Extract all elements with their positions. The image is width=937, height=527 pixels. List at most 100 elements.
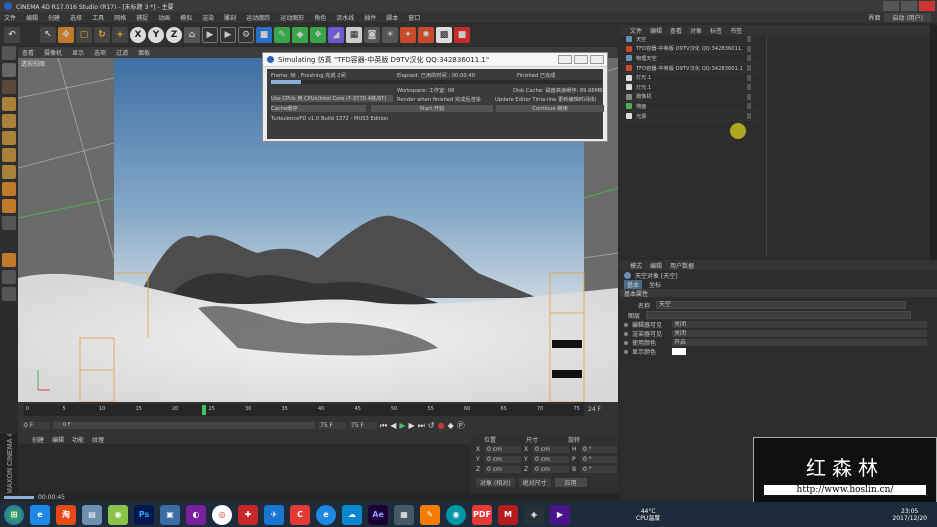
menu-item-9[interactable]: 渲染 bbox=[202, 13, 214, 22]
cpu-select[interactable]: Use CPUs 用 CPUs(Intel Core i7-3770 4核/8T… bbox=[271, 95, 393, 102]
object-menu-item-3[interactable]: 对象 bbox=[690, 26, 702, 35]
folder-icon[interactable]: ▦ bbox=[394, 504, 414, 525]
attr-row-select[interactable]: 关闭 bbox=[672, 330, 927, 337]
tweak-icon[interactable] bbox=[2, 182, 16, 196]
c4d-taskbar-icon[interactable]: ◈ bbox=[524, 504, 544, 525]
z-axis-icon[interactable]: Z bbox=[166, 27, 182, 43]
pen-icon[interactable]: ✎ bbox=[274, 27, 290, 43]
enable-check[interactable] bbox=[755, 46, 760, 52]
menu-item-5[interactable]: 网格 bbox=[114, 13, 126, 22]
menu-item-7[interactable]: 动画 bbox=[158, 13, 170, 22]
coord-field[interactable]: 0 ° bbox=[581, 465, 617, 473]
play-icon[interactable]: ▶ bbox=[399, 421, 405, 430]
viewport-menu-item-2[interactable]: 显示 bbox=[72, 48, 84, 57]
coord-field[interactable]: 0 cm bbox=[485, 455, 521, 463]
tfd-container-icon[interactable]: ■ bbox=[454, 27, 470, 43]
maximize-button[interactable] bbox=[901, 1, 917, 11]
enable-check[interactable] bbox=[755, 84, 760, 90]
rotate-icon[interactable]: ↻ bbox=[94, 27, 110, 43]
menu-item-12[interactable]: 运动图形 bbox=[280, 13, 304, 22]
menu-item-6[interactable]: 捕捉 bbox=[136, 13, 148, 22]
axis-mode-icon[interactable] bbox=[2, 165, 16, 179]
deformer-icon[interactable]: ◢ bbox=[328, 27, 344, 43]
close-button[interactable] bbox=[919, 1, 935, 11]
end-frame-field-2[interactable]: 75 F bbox=[349, 422, 377, 429]
material-menu-item-3[interactable]: 纹理 bbox=[92, 435, 104, 444]
cloud-icon[interactable]: ☁ bbox=[342, 504, 362, 525]
visibility-dots[interactable] bbox=[747, 103, 752, 110]
size-mode-select[interactable]: 绝对尺寸 bbox=[518, 478, 551, 487]
visibility-dots[interactable] bbox=[747, 45, 752, 52]
start-frame-field[interactable]: 0 F bbox=[22, 422, 50, 429]
edges-mode-icon[interactable] bbox=[2, 131, 16, 145]
array-icon[interactable]: ❖ bbox=[310, 27, 326, 43]
attr-menu-item-1[interactable]: 编辑 bbox=[650, 261, 662, 270]
video-icon[interactable]: ▶ bbox=[550, 504, 570, 525]
scale-icon[interactable]: ▢ bbox=[76, 27, 92, 43]
workplane-icon[interactable] bbox=[2, 97, 16, 111]
cube-icon[interactable]: ■ bbox=[256, 27, 272, 43]
menu-item-2[interactable]: 创建 bbox=[48, 13, 60, 22]
enable-check[interactable] bbox=[755, 94, 760, 100]
render-view-icon[interactable]: ▶ bbox=[202, 27, 218, 43]
visibility-dots[interactable] bbox=[747, 65, 752, 72]
timeline-ruler[interactable]: 0 5 10 15 20 25 30 35 40 45 50 55 60 65 70 75 bbox=[24, 404, 584, 416]
keyframe-icon[interactable]: ◆ bbox=[448, 421, 454, 430]
model-mode-icon[interactable] bbox=[2, 63, 16, 77]
object-mode-select[interactable]: 对象 (相对) bbox=[476, 478, 515, 487]
move-icon[interactable]: ✥ bbox=[58, 27, 74, 43]
loop-icon[interactable]: ↺ bbox=[428, 421, 435, 430]
transform-icon[interactable]: + bbox=[112, 27, 128, 43]
light-icon[interactable]: ☀ bbox=[382, 27, 398, 43]
material-menu-item-1[interactable]: 编辑 bbox=[52, 435, 64, 444]
pdf-icon[interactable]: PDF bbox=[472, 504, 492, 525]
object-row[interactable]: 天空 bbox=[620, 35, 760, 45]
ie-icon[interactable]: e bbox=[30, 504, 50, 525]
polygons-mode-icon[interactable] bbox=[2, 148, 16, 162]
lock-icon[interactable] bbox=[2, 216, 16, 230]
notepad-icon[interactable]: ✎ bbox=[420, 504, 440, 525]
goto-start-icon[interactable]: ⏮ bbox=[380, 421, 387, 431]
object-row[interactable]: 灯光.1 bbox=[620, 73, 760, 83]
continue-button[interactable]: Continue 继续 bbox=[496, 105, 604, 112]
dialog-maximize-button[interactable] bbox=[574, 55, 588, 64]
coord-field[interactable]: 0 ° bbox=[581, 455, 617, 463]
layout-dropdown[interactable]: 启动 (用户) bbox=[884, 13, 931, 22]
enable-check[interactable] bbox=[755, 36, 760, 42]
attr-row-select[interactable]: 关闭 bbox=[672, 321, 927, 328]
coord-field[interactable]: 0 cm bbox=[485, 445, 521, 453]
layers-icon[interactable] bbox=[2, 287, 16, 301]
app-red-icon[interactable]: ✚ bbox=[238, 504, 258, 525]
menu-item-0[interactable]: 文件 bbox=[4, 13, 16, 22]
menu-item-11[interactable]: 运动跟踪 bbox=[246, 13, 270, 22]
menu-item-15[interactable]: 插件 bbox=[364, 13, 376, 22]
menu-item-14[interactable]: 流水线 bbox=[336, 13, 354, 22]
object-menu-item-0[interactable]: 文件 bbox=[630, 26, 642, 35]
enable-check[interactable] bbox=[755, 75, 760, 81]
color-swatch[interactable] bbox=[672, 348, 686, 355]
material-menu-item-0[interactable]: 创建 bbox=[32, 435, 44, 444]
start-button[interactable]: Start 开始 bbox=[371, 105, 493, 112]
make-editable-icon[interactable] bbox=[2, 46, 16, 60]
coord-field[interactable]: 0 cm bbox=[533, 445, 569, 453]
attr-subtab-1[interactable]: 坐标 bbox=[646, 280, 664, 289]
attr-menu-item-0[interactable]: 模式 bbox=[630, 261, 642, 270]
bird-icon[interactable]: ✈ bbox=[264, 504, 284, 525]
menu-item-13[interactable]: 角色 bbox=[314, 13, 326, 22]
dialog-close-button[interactable] bbox=[590, 55, 604, 64]
menu-item-17[interactable]: 窗口 bbox=[408, 13, 420, 22]
menu-item-4[interactable]: 工具 bbox=[92, 13, 104, 22]
browser-e-icon[interactable]: e bbox=[316, 504, 336, 525]
object-menu-item-1[interactable]: 编辑 bbox=[650, 26, 662, 35]
current-frame-field[interactable]: 0 F bbox=[53, 422, 315, 429]
taobao-icon[interactable]: 淘 bbox=[56, 504, 76, 525]
snap-icon[interactable] bbox=[2, 199, 16, 213]
visibility-dots[interactable] bbox=[747, 55, 752, 62]
menu-item-16[interactable]: 脚本 bbox=[386, 13, 398, 22]
object-row[interactable]: 物理天空 bbox=[620, 54, 760, 64]
viewport-menu-item-0[interactable]: 查看 bbox=[22, 48, 34, 57]
checker-icon[interactable]: ▩ bbox=[436, 27, 452, 43]
coord-field[interactable]: 0 cm bbox=[485, 465, 521, 473]
paint-icon[interactable] bbox=[2, 253, 16, 267]
object-menu-item-2[interactable]: 查看 bbox=[670, 26, 682, 35]
